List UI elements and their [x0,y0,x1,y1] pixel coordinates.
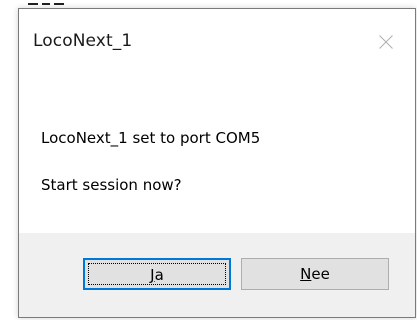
title-bar[interactable]: LocoNext_1 [19,9,415,73]
yes-button-label: Ja [85,266,229,284]
button-bar: Ja Nee [19,233,415,317]
yes-label-rest: a [154,266,164,284]
message-question-text: Start session now? [41,176,182,194]
message-area: LocoNext_1 set to port COM5 Start sessio… [19,73,415,233]
message-port-text: LocoNext_1 set to port COM5 [41,129,261,147]
dialog-title: LocoNext_1 [33,31,133,51]
yes-button[interactable]: Ja [83,258,231,290]
no-mnemonic: N [300,265,312,283]
message-dialog: LocoNext_1 LocoNext_1 set to port COM5 S… [18,8,416,318]
close-button[interactable] [359,9,415,73]
no-button[interactable]: Nee [241,258,389,290]
background-window-fragment [28,0,88,8]
close-icon [379,35,393,49]
no-label-rest: ee [311,265,330,283]
no-button-label: Nee [242,265,388,283]
